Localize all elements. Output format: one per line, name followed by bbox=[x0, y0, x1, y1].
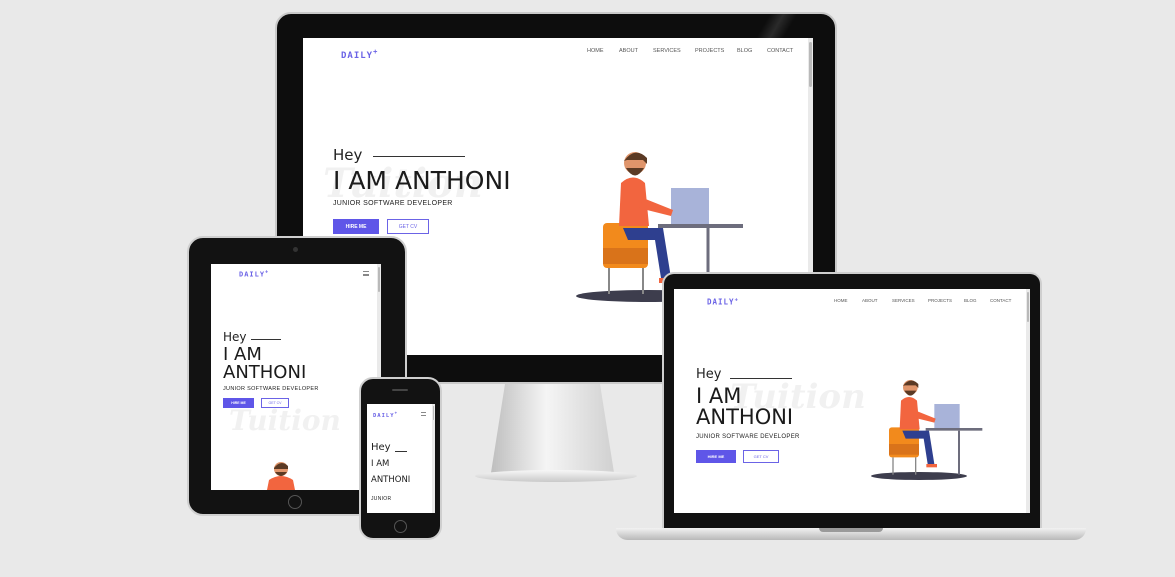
tablet-menu-icon[interactable] bbox=[363, 271, 369, 276]
laptop-nav-about[interactable]: ABOUT bbox=[862, 298, 892, 303]
laptop-greeting: Hey bbox=[696, 367, 722, 382]
nav-about[interactable]: ABOUT bbox=[619, 48, 653, 54]
hire-me-button[interactable]: HIRE ME bbox=[333, 219, 379, 234]
phone-name-line2: ANTHONI bbox=[371, 475, 411, 485]
laptop-name-line2: ANTHONI bbox=[696, 405, 794, 429]
nav-projects[interactable]: PROJECTS bbox=[695, 48, 737, 54]
laptop-notch bbox=[819, 528, 883, 532]
phone: DAILY+ Hey I AM ANTHONI JUNIOR bbox=[359, 377, 442, 540]
laptop-get-cv-button[interactable]: GET CV bbox=[743, 450, 779, 463]
laptop-logo[interactable]: DAILY+ bbox=[707, 297, 739, 307]
hero-greeting: Hey bbox=[333, 146, 363, 164]
laptop-scroll-thumb[interactable] bbox=[1027, 292, 1029, 322]
laptop-nav-projects[interactable]: PROJECTS bbox=[928, 298, 964, 303]
tablet-home-button[interactable] bbox=[288, 495, 302, 509]
hero-role: JUNIOR SOFTWARE DEVELOPER bbox=[333, 200, 453, 207]
laptop-role: JUNIOR SOFTWARE DEVELOPER bbox=[696, 434, 800, 440]
nav-blog[interactable]: BLOG bbox=[737, 48, 767, 54]
phone-screen: DAILY+ Hey I AM ANTHONI JUNIOR bbox=[367, 404, 435, 513]
tablet-name-line2: ANTHONI bbox=[223, 362, 307, 383]
main-nav: HOME ABOUT SERVICES PROJECTS BLOG CONTAC… bbox=[587, 48, 801, 54]
get-cv-button[interactable]: GET CV bbox=[387, 219, 429, 234]
monitor-base bbox=[475, 470, 637, 482]
tablet-screen: DAILY+ Tuition Hey I AM ANTHONI JUNIOR S… bbox=[211, 264, 381, 490]
phone-logo[interactable]: DAILY+ bbox=[373, 410, 398, 419]
laptop-name-line1: I AM bbox=[696, 384, 742, 408]
laptop: DAILY+ HOME ABOUT SERVICES PROJECTS BLOG… bbox=[614, 272, 1088, 550]
phone-greeting: Hey bbox=[371, 442, 391, 453]
laptop-nav-blog[interactable]: BLOG bbox=[964, 298, 990, 303]
tablet-greeting: Hey bbox=[223, 330, 247, 344]
hero-name: I AM ANTHONI bbox=[333, 166, 511, 195]
tablet-greeting-underline bbox=[251, 339, 281, 340]
laptop-illustration bbox=[871, 380, 983, 480]
laptop-nav-home[interactable]: HOME bbox=[834, 298, 862, 303]
tablet-illustration bbox=[267, 462, 295, 490]
desktop-scroll-thumb[interactable] bbox=[809, 42, 812, 87]
laptop-hire-me-button[interactable]: HIRE ME bbox=[696, 450, 736, 463]
phone-home-button[interactable] bbox=[394, 520, 407, 533]
tablet-camera bbox=[293, 247, 298, 252]
tablet-logo[interactable]: DAILY+ bbox=[239, 269, 269, 278]
phone-name-line1: I AM bbox=[371, 459, 390, 469]
monitor-stand bbox=[490, 384, 615, 479]
nav-contact[interactable]: CONTACT bbox=[767, 48, 801, 54]
laptop-screen: DAILY+ HOME ABOUT SERVICES PROJECTS BLOG… bbox=[674, 289, 1030, 513]
laptop-nav-services[interactable]: SERVICES bbox=[892, 298, 928, 303]
laptop-nav-contact[interactable]: CONTACT bbox=[990, 298, 1018, 303]
phone-role: JUNIOR bbox=[371, 496, 392, 502]
phone-scrollbar[interactable] bbox=[432, 404, 435, 513]
site-logo[interactable]: DAILY+ bbox=[341, 48, 378, 61]
greeting-underline bbox=[373, 156, 465, 157]
laptop-nav: HOME ABOUT SERVICES PROJECTS BLOG CONTAC… bbox=[834, 298, 1018, 303]
tablet-role: JUNIOR SOFTWARE DEVELOPER bbox=[223, 386, 319, 392]
phone-greeting-underline bbox=[395, 451, 407, 452]
nav-home[interactable]: HOME bbox=[587, 48, 619, 54]
laptop-greeting-underline bbox=[730, 378, 792, 379]
tablet-hire-me-button[interactable]: HIRE ME bbox=[223, 398, 254, 408]
phone-menu-icon[interactable] bbox=[421, 412, 426, 416]
tablet-scroll-thumb[interactable] bbox=[378, 267, 380, 292]
tablet-watermark: Tuition bbox=[229, 404, 341, 437]
nav-services[interactable]: SERVICES bbox=[653, 48, 695, 54]
phone-speaker bbox=[392, 389, 408, 391]
tablet-get-cv-button[interactable]: GET CV bbox=[261, 398, 289, 408]
laptop-scrollbar[interactable] bbox=[1026, 289, 1030, 513]
phone-scroll-thumb[interactable] bbox=[433, 406, 434, 420]
